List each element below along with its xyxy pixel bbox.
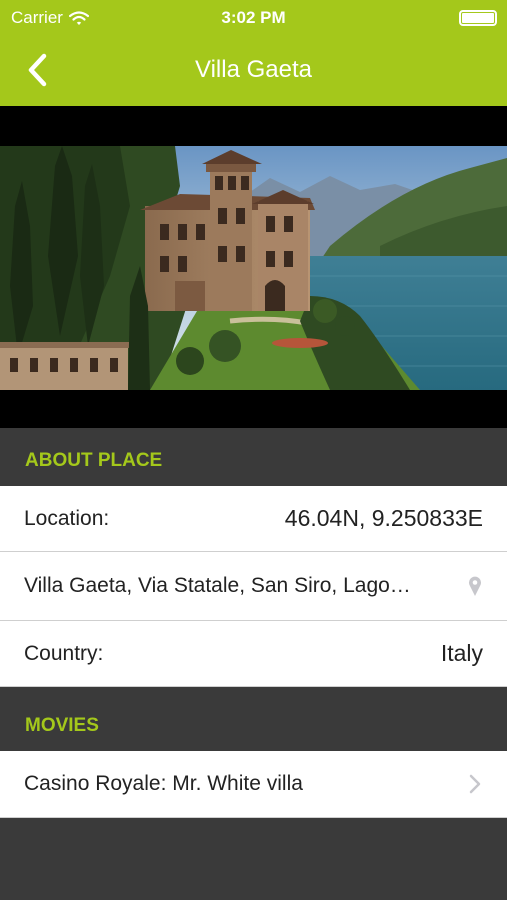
clock: 3:02 PM xyxy=(221,8,286,27)
status-bar: Carrier 3:02 PM xyxy=(0,0,507,38)
empty-footer-area xyxy=(0,818,507,900)
battery-icon xyxy=(459,10,497,26)
location-value: 46.04N, 9.250833E xyxy=(284,505,483,531)
location-row: Location: 46.04N, 9.250833E xyxy=(0,486,507,552)
battery-level xyxy=(462,13,494,23)
movie-row[interactable]: Casino Royale: Mr. White villa xyxy=(0,751,507,818)
hero-image-container xyxy=(0,106,507,428)
movie-title: Casino Royale: Mr. White villa xyxy=(24,772,303,795)
page-title: Villa Gaeta xyxy=(195,56,312,83)
app-header: Carrier 3:02 PM Villa Gaeta xyxy=(0,0,507,106)
country-value: Italy xyxy=(440,640,483,666)
chevron-left-icon xyxy=(28,53,47,87)
country-label: Country: xyxy=(24,641,104,665)
country-row: Country: Italy xyxy=(0,621,507,687)
chevron-right-icon xyxy=(467,774,483,794)
movies-section-header: MOVIES xyxy=(0,687,507,751)
back-button[interactable] xyxy=(18,50,58,90)
address-text: Villa Gaeta, Via Statale, San Siro, Lago… xyxy=(24,574,411,597)
movies-section-title: MOVIES xyxy=(25,715,99,736)
location-label: Location: xyxy=(24,506,110,530)
about-section-title: ABOUT PLACE xyxy=(25,450,163,471)
villa-photo[interactable] xyxy=(0,146,507,390)
navigation-bar: Villa Gaeta xyxy=(0,38,507,106)
map-pin-icon xyxy=(467,575,483,597)
about-section-header: ABOUT PLACE xyxy=(0,428,507,486)
address-row[interactable]: Villa Gaeta, Via Statale, San Siro, Lago… xyxy=(0,552,507,621)
